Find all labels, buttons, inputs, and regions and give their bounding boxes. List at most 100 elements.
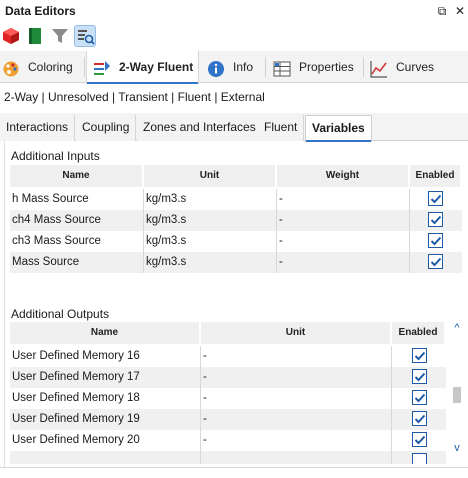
column-divider	[143, 252, 144, 273]
enabled-checkbox[interactable]	[412, 390, 427, 405]
enabled-checkbox[interactable]	[412, 411, 427, 426]
tab-coupling[interactable]: Coupling	[76, 115, 137, 141]
enabled-checkbox[interactable]	[428, 254, 443, 269]
filter-icon[interactable]	[49, 25, 71, 47]
tab-info[interactable]: Info	[207, 51, 263, 83]
additional-inputs-table: Name Unit Weight Enabled h Mass Source k…	[10, 165, 462, 275]
curves-chart-icon	[370, 58, 388, 78]
table-row[interactable]: ch4 Mass Source kg/m3.s -	[10, 210, 462, 231]
tab-interactions[interactable]: Interactions	[0, 115, 76, 141]
column-divider	[276, 252, 277, 273]
coupling-icon	[93, 58, 111, 76]
enabled-checkbox[interactable]	[412, 369, 427, 384]
tab-separator	[363, 57, 364, 77]
column-header-unit[interactable]: Unit	[201, 322, 392, 344]
column-divider	[409, 210, 410, 231]
additional-inputs-title: Additional Inputs	[11, 149, 100, 163]
column-divider	[143, 189, 144, 210]
book-green-icon[interactable]	[24, 25, 46, 47]
column-divider	[200, 346, 201, 367]
column-header-name[interactable]: Name	[10, 322, 201, 344]
column-header-unit[interactable]: Unit	[144, 165, 277, 187]
tab-2-way-fluent-label: 2-Way Fluent	[119, 60, 194, 74]
table-row[interactable]: User Defined Memory 17 -	[10, 367, 446, 388]
row-weight: -	[279, 214, 283, 226]
column-divider	[409, 252, 410, 273]
panel-bottom-border	[0, 467, 468, 468]
enabled-checkbox[interactable]	[428, 191, 443, 206]
column-divider	[276, 210, 277, 231]
restore-window-icon[interactable]: ⧉	[434, 3, 450, 19]
tab-properties-label: Properties	[299, 60, 354, 74]
table-row[interactable]: User Defined Memory 19 -	[10, 409, 446, 430]
sub-tab-bar: Interactions Coupling Zones and Interfac…	[0, 113, 468, 142]
tab-separator	[265, 57, 266, 77]
column-header-name[interactable]: Name	[10, 165, 144, 187]
cube-red-icon[interactable]	[0, 25, 22, 47]
info-icon	[207, 58, 225, 77]
outputs-scrollbar[interactable]: ^ v	[450, 321, 464, 457]
row-name: ch4 Mass Source	[12, 214, 101, 226]
row-unit: kg/m3.s	[146, 193, 187, 205]
row-name: h Mass Source	[12, 193, 89, 205]
search-list-icon[interactable]	[74, 25, 96, 47]
column-divider	[391, 367, 392, 388]
palette-icon	[2, 58, 20, 77]
main-tab-bar: Coloring 2-Way Fluent Info Properties Cu…	[0, 51, 468, 84]
column-divider	[200, 409, 201, 430]
enabled-checkbox[interactable]	[428, 233, 443, 248]
enabled-checkbox[interactable]	[412, 453, 427, 464]
row-unit: kg/m3.s	[146, 235, 187, 247]
additional-outputs-table: Name Unit Enabled User Defined Memory 16…	[10, 322, 446, 464]
tab-coloring-label: Coloring	[28, 60, 73, 74]
enabled-checkbox[interactable]	[412, 348, 427, 363]
scroll-up-icon[interactable]: ^	[450, 321, 464, 335]
tab-info-label: Info	[233, 60, 254, 74]
toolbar	[0, 24, 468, 50]
additional-outputs-title: Additional Outputs	[11, 307, 110, 321]
row-unit: -	[203, 371, 207, 383]
row-unit: kg/m3.s	[146, 214, 187, 226]
tab-fluent[interactable]: Fluent	[258, 115, 305, 141]
row-name: User Defined Memory 20	[12, 434, 140, 446]
table-row[interactable]: User Defined Memory 20 -	[10, 430, 446, 451]
table-row[interactable]: Mass Source kg/m3.s -	[10, 252, 462, 273]
table-row[interactable]: h Mass Source kg/m3.s -	[10, 189, 462, 210]
column-divider	[200, 451, 201, 464]
tab-zones-and-interfaces[interactable]: Zones and Interfaces	[137, 115, 263, 141]
close-window-icon[interactable]: ✕	[452, 3, 468, 19]
row-name: User Defined Memory 16	[12, 350, 140, 362]
column-divider	[391, 451, 392, 464]
scroll-down-icon[interactable]: v	[450, 441, 464, 455]
enabled-checkbox[interactable]	[428, 212, 443, 227]
enabled-checkbox[interactable]	[412, 432, 427, 447]
tab-curves[interactable]: Curves	[370, 51, 440, 83]
row-weight: -	[279, 256, 283, 268]
table-row-partial[interactable]	[10, 451, 446, 464]
row-unit: kg/m3.s	[146, 256, 187, 268]
tab-curves-label: Curves	[396, 60, 435, 74]
row-name: User Defined Memory 18	[12, 392, 140, 404]
column-divider	[200, 388, 201, 409]
column-header-enabled[interactable]: Enabled	[392, 322, 446, 344]
column-header-enabled[interactable]: Enabled	[410, 165, 462, 187]
row-unit: -	[203, 413, 207, 425]
table-row[interactable]: User Defined Memory 18 -	[10, 388, 446, 409]
scrollbar-thumb[interactable]	[453, 387, 461, 403]
column-divider	[143, 210, 144, 231]
column-divider	[276, 231, 277, 252]
table-row[interactable]: User Defined Memory 16 -	[10, 346, 446, 367]
column-divider	[200, 367, 201, 388]
row-unit: -	[203, 350, 207, 362]
properties-grid-icon	[273, 58, 291, 77]
tab-separator	[84, 57, 85, 77]
column-divider	[391, 409, 392, 430]
tab-2-way-fluent[interactable]: 2-Way Fluent	[86, 51, 199, 84]
row-name: Mass Source	[12, 256, 80, 268]
tab-coloring[interactable]: Coloring	[2, 51, 82, 83]
column-divider	[409, 231, 410, 252]
column-header-weight[interactable]: Weight	[277, 165, 410, 187]
tab-variables[interactable]: Variables	[305, 115, 372, 142]
tab-properties[interactable]: Properties	[273, 51, 361, 83]
table-row[interactable]: ch3 Mass Source kg/m3.s -	[10, 231, 462, 252]
